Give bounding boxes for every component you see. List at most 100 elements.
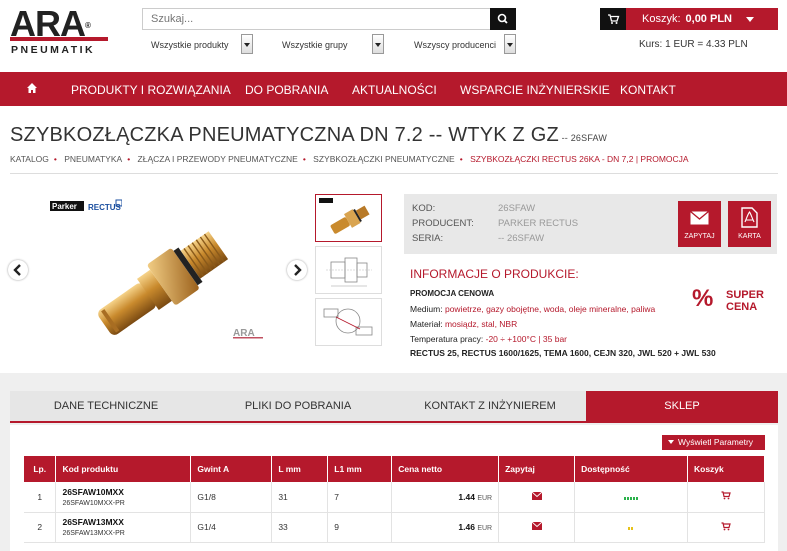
nav-item-contact[interactable]: KONTAKT	[620, 83, 676, 97]
column-header: L1 mm	[327, 456, 393, 482]
spec-row: Materiał: mosiądz, stal, NBR	[410, 319, 517, 329]
thumbnail-photo	[319, 198, 370, 234]
spec-row: Temperatura pracy: -20 ÷ +100°C | 35 bar	[410, 334, 567, 344]
spec-value: -20 ÷ +100°C | 35 bar	[485, 334, 567, 344]
nav-item-products[interactable]: PRODUKTY I ROZWIĄZANIA	[71, 83, 231, 97]
nav-item-news[interactable]: AKTUALNOŚCI	[352, 83, 437, 97]
gallery-next-button[interactable]	[287, 260, 307, 280]
add-to-cart-icon[interactable]	[721, 521, 731, 531]
cart-icon-box	[600, 8, 626, 30]
tab-shop[interactable]: SKLEP	[586, 391, 778, 421]
page-title-main: SZYBKOZŁĄCZKA PNEUMATYCZNA DN 7.2 -- WTY…	[10, 124, 559, 146]
filter-products-label: Wszystkie produkty	[151, 40, 229, 50]
parker-logo-text: Parker	[52, 202, 77, 211]
availability-cell	[574, 512, 688, 543]
availability-segment	[635, 496, 638, 500]
caret-down-icon	[746, 17, 754, 22]
price-cell: 1.46 EUR	[391, 512, 500, 543]
length1-cell: 9	[327, 512, 393, 543]
search-input[interactable]	[143, 9, 489, 29]
breadcrumb-item[interactable]: ZŁĄCZA I PRZEWODY PNEUMATYCZNE	[138, 154, 298, 164]
chevron-down-icon	[504, 34, 516, 54]
length1-cell: 7	[327, 482, 393, 513]
table-row: 2 26SFAW13MXX 26SFAW13MXX-PR G1/4 33 9 1.…	[24, 512, 766, 543]
promo-label: PROMOCJA CENOWA	[410, 289, 495, 298]
super-price-text: SUPER CENA	[726, 289, 764, 313]
envelope-icon	[690, 211, 709, 225]
column-header: Zapytaj	[498, 456, 576, 482]
detail-value: 26SFAW	[498, 203, 536, 214]
product-photo[interactable]	[85, 214, 255, 344]
detail-label: KOD:	[412, 203, 436, 214]
availability-indicator	[628, 522, 634, 532]
column-header: Cena netto	[391, 456, 500, 482]
main-nav: PRODUKTY I ROZWIĄZANIA DO POBRANIA AKTUA…	[0, 72, 787, 106]
ask-button[interactable]: ZAPYTAJ	[678, 201, 721, 247]
cart-button[interactable]: Koszyk: 0,00 PLN	[600, 8, 778, 30]
breadcrumb-current[interactable]: SZYBKOZŁĄCZKI RECTUS 26KA - DN 7,2 | PRO…	[470, 154, 689, 164]
show-parameters-button[interactable]: Wyświetl Parametry	[662, 435, 765, 450]
add-to-cart-icon[interactable]	[721, 491, 731, 500]
product-code-link[interactable]: 26SFAW10MXX	[62, 487, 190, 497]
tab-downloads[interactable]: PLIKI DO POBRANIA	[202, 391, 394, 421]
availability-segment	[631, 527, 634, 530]
page-title: SZYBKOZŁĄCZKA PNEUMATYCZNA DN 7.2 -- WTY…	[10, 124, 607, 147]
breadcrumb-separator: •	[53, 154, 57, 164]
gallery-thumbnail[interactable]	[315, 246, 382, 294]
availability-cell	[574, 482, 688, 513]
cart-cell	[687, 482, 766, 513]
search-button[interactable]	[490, 8, 516, 30]
product-code-cell: 26SFAW13MXX 26SFAW13MXX-PR	[55, 512, 192, 543]
spec-label: Materiał:	[410, 319, 443, 329]
parker-logo: Parker RECTUS	[50, 199, 122, 212]
search-filters: Wszystkie produkty Wszystkie grupy Wszys…	[142, 34, 516, 54]
thread-cell: G1/4	[190, 512, 273, 543]
breadcrumb-item[interactable]: KATALOG	[10, 154, 49, 164]
ask-button-label: ZAPYTAJ	[684, 233, 715, 240]
table-header-row: Lp. Kod produktu Gwint A L mm L1 mm Cena…	[24, 456, 766, 482]
gallery-prev-button[interactable]	[8, 260, 28, 280]
ara-logo[interactable]: ARA® PNEUMATIK	[10, 6, 110, 56]
gallery-thumbnail[interactable]	[315, 194, 382, 242]
chevron-down-icon	[241, 34, 253, 54]
availability-segment	[632, 496, 635, 500]
gallery-thumbnail[interactable]	[315, 298, 382, 346]
tab-technical-data[interactable]: DANE TECHNICZNE	[10, 391, 202, 421]
breadcrumb-item[interactable]: SZYBKOZŁĄCZKI PNEUMATYCZNE	[313, 154, 455, 164]
logo-registered: ®	[85, 21, 91, 30]
availability-segment	[626, 496, 629, 500]
envelope-icon[interactable]	[531, 491, 542, 500]
breadcrumb-item[interactable]: PNEUMATYKA	[64, 154, 122, 164]
availability-segment	[628, 527, 631, 530]
breadcrumb-separator: •	[302, 154, 306, 164]
envelope-icon[interactable]	[531, 521, 542, 530]
filter-producers[interactable]: Wszyscy producenci	[406, 34, 516, 54]
filter-groups[interactable]: Wszystkie grupy	[274, 34, 386, 54]
ask-cell	[498, 482, 576, 513]
product-details: KOD: 26SFAW PRODUCENT: PARKER RECTUS SERIA…	[404, 194, 777, 254]
product-tabs: DANE TECHNICZNE PLIKI DO POBRANIA KONTAK…	[10, 391, 778, 423]
nav-item-engineering[interactable]: WSPARCIE INŻYNIERSKIE	[460, 83, 610, 97]
row-number: 1	[24, 482, 57, 513]
product-code-link[interactable]: 26SFAW13MXX	[62, 517, 190, 527]
shop-panel: Wyświetl Parametry Lp. Kod produktu Gwin…	[10, 425, 778, 551]
percent-icon: %	[692, 285, 714, 312]
ask-cell	[498, 512, 576, 543]
super-price-line2: CENA	[726, 301, 758, 313]
filter-products[interactable]: Wszystkie produkty	[142, 34, 254, 54]
detail-value: PARKER RECTUS	[498, 218, 579, 229]
thumbnail-drawing	[326, 257, 372, 287]
pdf-icon	[741, 207, 758, 228]
tab-engineer-contact[interactable]: KONTAKT Z INŻYNIEREM	[394, 391, 586, 421]
table-row: 1 26SFAW10MXX 26SFAW10MXX-PR G1/8 31 7 1.…	[24, 482, 766, 513]
detail-row: KOD: 26SFAW	[412, 203, 535, 214]
thumbnail-diagram	[323, 308, 373, 336]
chevron-right-icon	[294, 264, 302, 276]
home-icon[interactable]	[26, 82, 38, 94]
row-number: 2	[24, 512, 57, 543]
nav-item-downloads[interactable]: DO POBRANIA	[245, 83, 328, 97]
product-info-heading: INFORMACJE O PRODUKCIE:	[410, 267, 579, 281]
datasheet-button[interactable]: KARTA	[728, 201, 771, 247]
price-cell: 1.44 EUR	[391, 482, 500, 513]
exchange-rate: Kurs: 1 EUR = 4.33 PLN	[639, 39, 748, 50]
